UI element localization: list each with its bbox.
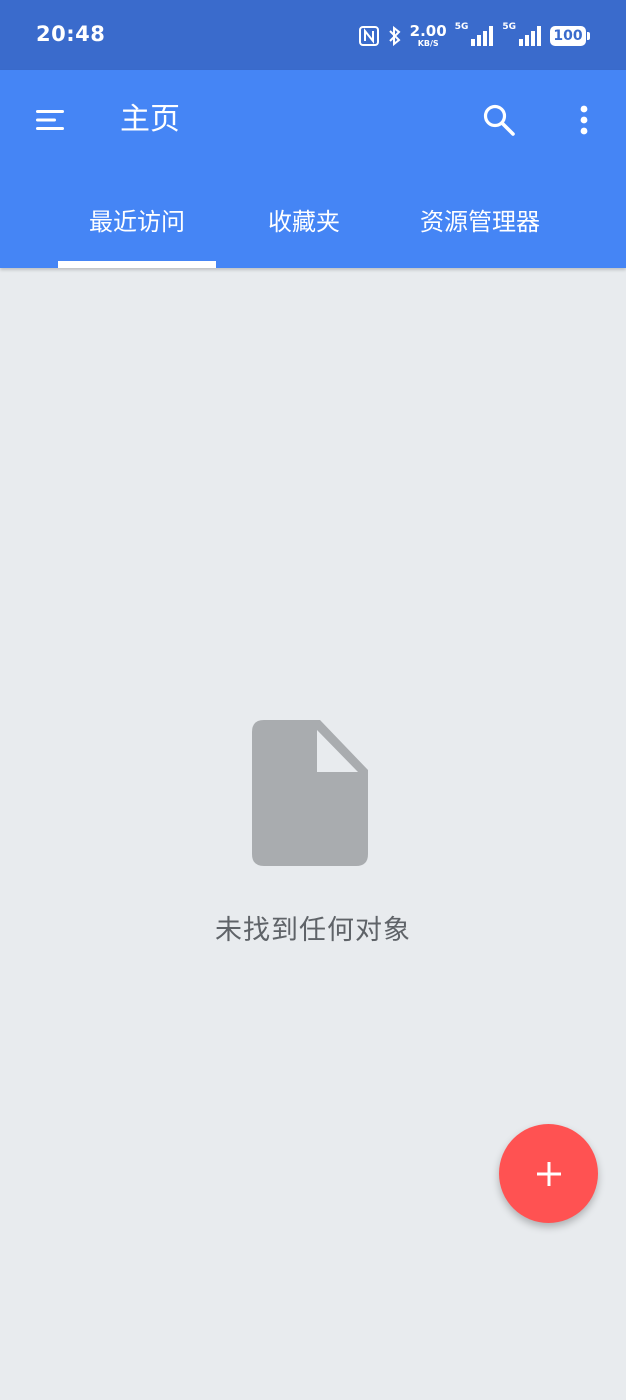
plus-icon <box>536 1161 561 1186</box>
net-speed-unit: KB/S <box>417 39 439 48</box>
menu-button[interactable] <box>22 96 78 144</box>
tab-explorer[interactable]: 资源管理器 <box>394 188 566 268</box>
sim1-network-label: 5G <box>454 22 469 32</box>
battery-icon: 100 <box>550 26 590 46</box>
status-icons: 2.00 KB/S 5G 5G 100 <box>358 20 590 52</box>
tab-favorites[interactable]: 收藏夹 <box>234 188 374 268</box>
more-vert-icon <box>580 105 588 135</box>
empty-state: 未找到任何对象 <box>0 718 626 947</box>
tab-recent-label: 最近访问 <box>89 207 185 236</box>
more-options-button[interactable] <box>560 96 608 144</box>
empty-message: 未找到任何对象 <box>215 915 411 946</box>
menu-icon <box>36 110 64 130</box>
signal-sim2-icon <box>519 26 541 46</box>
search-button[interactable] <box>474 96 524 144</box>
sim2-network-label: 5G <box>502 22 516 32</box>
net-speed: 2.00 KB/S <box>410 24 447 48</box>
page-title: 主页 <box>120 102 180 137</box>
tab-indicator <box>58 261 216 268</box>
app-bar: 主页 最近访问 收藏夹 资源管理器 <box>0 70 626 268</box>
battery-level: 100 <box>550 26 586 46</box>
add-button[interactable] <box>499 1124 598 1223</box>
status-bar: 20:48 2.00 KB/S 5G 5G 100 <box>0 0 626 70</box>
search-icon <box>483 104 515 136</box>
signal-sim1-icon <box>471 26 494 46</box>
nfc-icon <box>358 26 379 46</box>
net-speed-value: 2.00 <box>409 22 447 40</box>
tab-explorer-label: 资源管理器 <box>420 207 540 236</box>
file-icon <box>252 720 368 866</box>
tab-recent[interactable]: 最近访问 <box>58 188 216 268</box>
battery-tip <box>587 32 590 40</box>
tab-favorites-label: 收藏夹 <box>268 207 340 236</box>
bluetooth-icon <box>388 25 401 47</box>
tab-bar: 最近访问 收藏夹 资源管理器 <box>0 188 626 268</box>
status-time: 20:48 <box>36 22 106 46</box>
